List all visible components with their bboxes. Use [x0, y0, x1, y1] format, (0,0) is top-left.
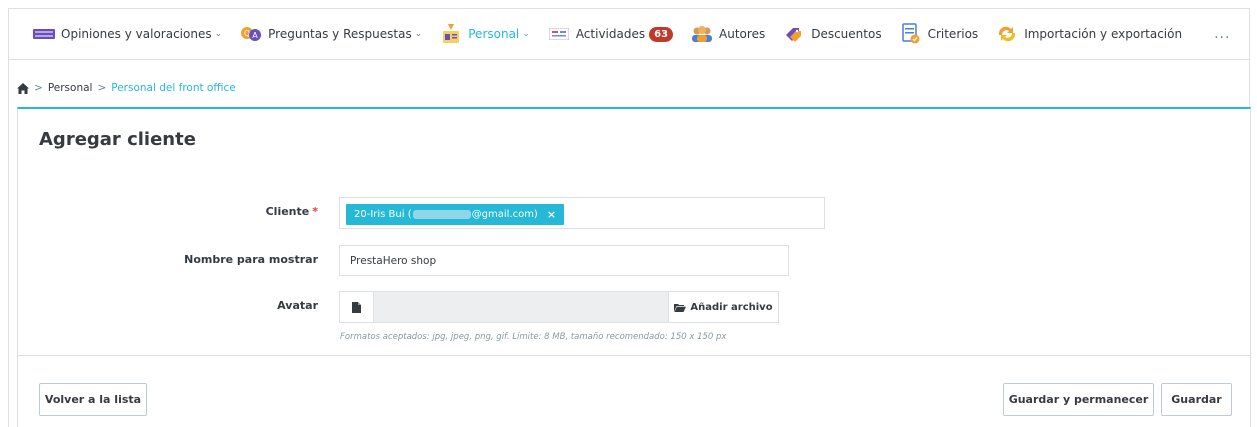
nav-label-discounts: Descuentos: [811, 27, 882, 41]
avatar-label: Avatar: [277, 299, 318, 312]
breadcrumb-separator: >: [34, 82, 43, 94]
activities-count-badge: 63: [649, 26, 674, 42]
nav-item-reviews[interactable]: Opiniones y valoraciones ⌄: [33, 24, 222, 44]
save-and-stay-button[interactable]: Guardar y permanecer: [1003, 383, 1154, 416]
nav-item-qa[interactable]: QA Preguntas y Respuestas ⌄: [240, 24, 422, 44]
redacted-email: [412, 210, 471, 219]
svg-text:A: A: [252, 31, 258, 40]
add-file-button[interactable]: Añadir archivo: [668, 292, 778, 322]
breadcrumb-item-staff[interactable]: Personal: [48, 82, 93, 94]
file-icon: [340, 292, 374, 322]
folder-open-icon: [674, 303, 687, 312]
customer-field[interactable]: 20-Iris Bui ( @gmail.com) ×: [339, 197, 825, 229]
nav-item-activities[interactable]: Actividades 63: [548, 24, 674, 44]
customer-label-text: Cliente: [265, 205, 310, 218]
import-export-icon: [996, 24, 1018, 44]
nav-label-authors: Autores: [719, 27, 766, 41]
authors-icon: [691, 24, 713, 44]
customer-tag-suffix: @gmail.com): [471, 209, 538, 220]
nav-label-staff: Personal: [468, 27, 520, 41]
qa-icon: QA: [240, 24, 262, 44]
nav-label-activities: Actividades: [575, 27, 646, 41]
top-nav: Opiniones y valoraciones ⌄ QA Preguntas …: [9, 9, 1249, 60]
avatar-help-text: Formatos aceptados: jpg, jpeg, png, gif.…: [340, 332, 727, 342]
avatar-file-input[interactable]: Añadir archivo: [339, 291, 779, 323]
chevron-down-icon: ⌄: [414, 29, 423, 39]
staff-icon: [440, 24, 462, 44]
add-file-label: Añadir archivo: [690, 301, 773, 313]
breadcrumb: > Personal > Personal del front office: [17, 82, 236, 94]
display-name-input[interactable]: PrestaHero shop: [339, 245, 789, 276]
page-title: Agregar cliente: [39, 129, 196, 150]
breadcrumb-separator: >: [97, 82, 107, 94]
display-name-label: Nombre para mostrar: [184, 253, 318, 266]
criteria-icon: [900, 23, 922, 44]
nav-label-criteria: Criterios: [927, 27, 979, 41]
nav-label-import-export: Importación y exportación: [1024, 27, 1183, 41]
nav-item-staff[interactable]: Personal ⌄: [440, 24, 530, 44]
chevron-down-icon: ⌄: [522, 29, 530, 39]
customer-tag: 20-Iris Bui ( @gmail.com) ×: [346, 204, 565, 225]
nav-item-import-export[interactable]: Importación y exportación: [996, 24, 1182, 44]
more-menu-button[interactable]: ...: [1214, 26, 1230, 42]
activity-icon: [548, 24, 570, 44]
nav-label-reviews: Opiniones y valoraciones: [61, 27, 212, 41]
nav-label-qa: Preguntas y Respuestas: [268, 27, 412, 41]
back-to-list-button[interactable]: Volver a la lista: [39, 383, 147, 416]
file-path-display: [374, 292, 668, 322]
home-icon[interactable]: [17, 82, 29, 94]
form-panel: Agregar cliente Cliente * 20-Iris Bui ( @…: [17, 107, 1251, 427]
breadcrumb-item-current: Personal del front office: [111, 82, 236, 94]
save-button[interactable]: Guardar: [1161, 383, 1232, 416]
chevron-down-icon: ⌄: [214, 29, 223, 39]
main-frame: Opiniones y valoraciones ⌄ QA Preguntas …: [8, 8, 1251, 427]
nav-item-discounts[interactable]: Descuentos: [783, 24, 882, 44]
customer-label: Cliente *: [266, 205, 318, 218]
customer-tag-prefix: 20-Iris Bui (: [354, 209, 412, 220]
discount-tag-icon: [783, 24, 805, 44]
form-footer: Volver a la lista Guardar y permanecer G…: [18, 355, 1250, 427]
nav-item-criteria[interactable]: Criterios: [900, 23, 979, 44]
required-mark: *: [312, 205, 318, 218]
remove-tag-icon[interactable]: ×: [547, 208, 556, 221]
keyboard-icon: [33, 24, 55, 44]
nav-item-authors[interactable]: Autores: [691, 24, 765, 44]
